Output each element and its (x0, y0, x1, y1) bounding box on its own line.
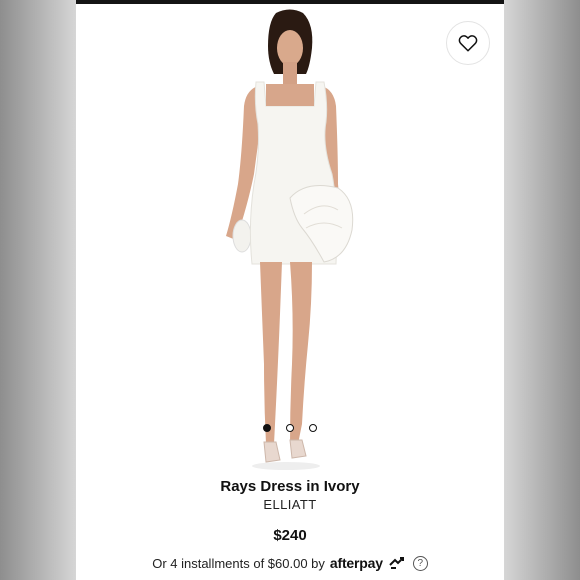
model-left-leg (260, 262, 282, 444)
product-brand[interactable]: ELLIATT (76, 497, 504, 512)
model-neck (283, 62, 297, 84)
model-right-shoe (289, 439, 307, 459)
gallery-dots (76, 424, 504, 432)
gallery-dot-3[interactable] (309, 424, 317, 432)
product-image[interactable] (76, 4, 504, 470)
afterpay-logo: afterpay (329, 555, 383, 571)
background-right (504, 0, 580, 580)
model-left-shoe (263, 441, 281, 463)
wishlist-button[interactable] (446, 21, 490, 65)
clutch-bag (232, 219, 252, 253)
product-price: $240 (273, 527, 307, 544)
gallery-dot-1[interactable] (263, 424, 271, 432)
question-circle-icon[interactable]: ? (412, 555, 428, 571)
background-left (0, 0, 76, 580)
heart-icon (458, 35, 478, 52)
afterpay-arrows-icon (389, 557, 404, 569)
installments-text: Or 4 installments of $60.00 by (152, 555, 325, 571)
product-title: Rays Dress in Ivory (220, 478, 360, 495)
product-card: Rays Dress in Ivory ELLIATT $240 Or 4 in… (76, 4, 504, 580)
gallery-dot-2[interactable] (286, 424, 294, 432)
model-chest (266, 84, 314, 106)
afterpay-installments: Or 4 installments of $60.00 by afterpay … (76, 555, 504, 571)
model-face (277, 30, 303, 66)
model-right-leg (290, 262, 312, 444)
